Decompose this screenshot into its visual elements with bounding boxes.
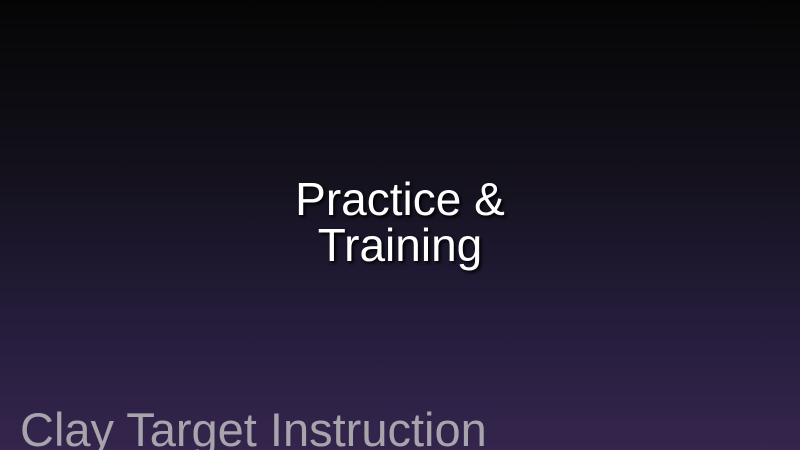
slide-title-line-2: Training: [317, 219, 483, 271]
slide-footer-text: Clay Target Instruction: [20, 403, 487, 450]
slide-title: Practice & Training: [0, 176, 800, 268]
presentation-slide: Practice & Training Clay Target Instruct…: [0, 0, 800, 450]
slide-title-line-1: Practice &: [295, 173, 505, 225]
